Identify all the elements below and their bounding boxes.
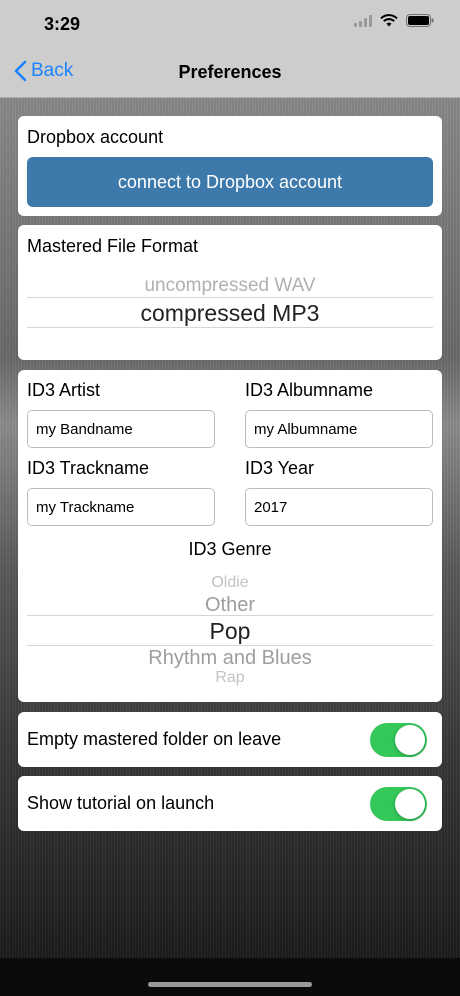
format-label: Mastered File Format [27, 236, 199, 256]
id3-card: ID3 Artist ID3 Albumname my Bandname my … [18, 370, 442, 702]
status-icons [354, 14, 434, 32]
picker-selection-top [27, 297, 433, 298]
home-indicator[interactable] [148, 982, 312, 987]
status-time: 3:29 [44, 14, 81, 34]
empty-folder-label: Empty mastered folder on leave [27, 729, 282, 749]
track-field[interactable]: my Trackname [27, 488, 215, 526]
toggle-knob [395, 725, 425, 755]
tutorial-row: Show tutorial on launch [18, 776, 442, 831]
page-title: Preferences [178, 62, 282, 82]
format-card: Mastered File Format uncompressed WAV co… [18, 225, 442, 360]
toggle-knob [395, 789, 425, 819]
artist-field[interactable]: my Bandname [27, 410, 215, 448]
id3-album-label: ID3 Albumname [245, 380, 374, 400]
year-field[interactable]: 2017 [245, 488, 433, 526]
genre-option[interactable]: Oldie [18, 574, 442, 592]
id3-artist-label: ID3 Artist [27, 380, 101, 400]
bottom-safe-area [0, 958, 460, 996]
wifi-icon [380, 14, 398, 32]
tutorial-label: Show tutorial on launch [27, 793, 215, 813]
empty-folder-row: Empty mastered folder on leave [18, 712, 442, 767]
empty-folder-toggle[interactable] [370, 723, 427, 757]
id3-genre-label: ID3 Genre [188, 539, 272, 559]
genre-option[interactable]: Other [18, 593, 442, 617]
dropbox-label: Dropbox account [27, 127, 164, 147]
id3-year-label: ID3 Year [245, 458, 315, 478]
album-field[interactable]: my Albumname [245, 410, 433, 448]
picker-selection-top [27, 615, 433, 616]
genre-option[interactable]: Rhythm and Blues [18, 646, 442, 670]
format-option[interactable]: uncompressed WAV [18, 275, 442, 297]
battery-icon [406, 14, 434, 32]
genre-option[interactable]: Rap [18, 669, 442, 687]
cellular-signal-icon [354, 14, 372, 32]
tutorial-toggle[interactable] [370, 787, 427, 821]
id3-track-label: ID3 Trackname [27, 458, 150, 478]
dropbox-card: Dropbox account connect to Dropbox accou… [18, 116, 442, 216]
format-option-selected[interactable]: compressed MP3 [18, 299, 442, 327]
navigation-bar: 3:29 Back Preferences [0, 0, 460, 98]
connect-dropbox-button[interactable]: connect to Dropbox account [27, 157, 433, 207]
picker-selection-bottom [27, 327, 433, 328]
genre-option-selected[interactable]: Pop [18, 617, 442, 645]
